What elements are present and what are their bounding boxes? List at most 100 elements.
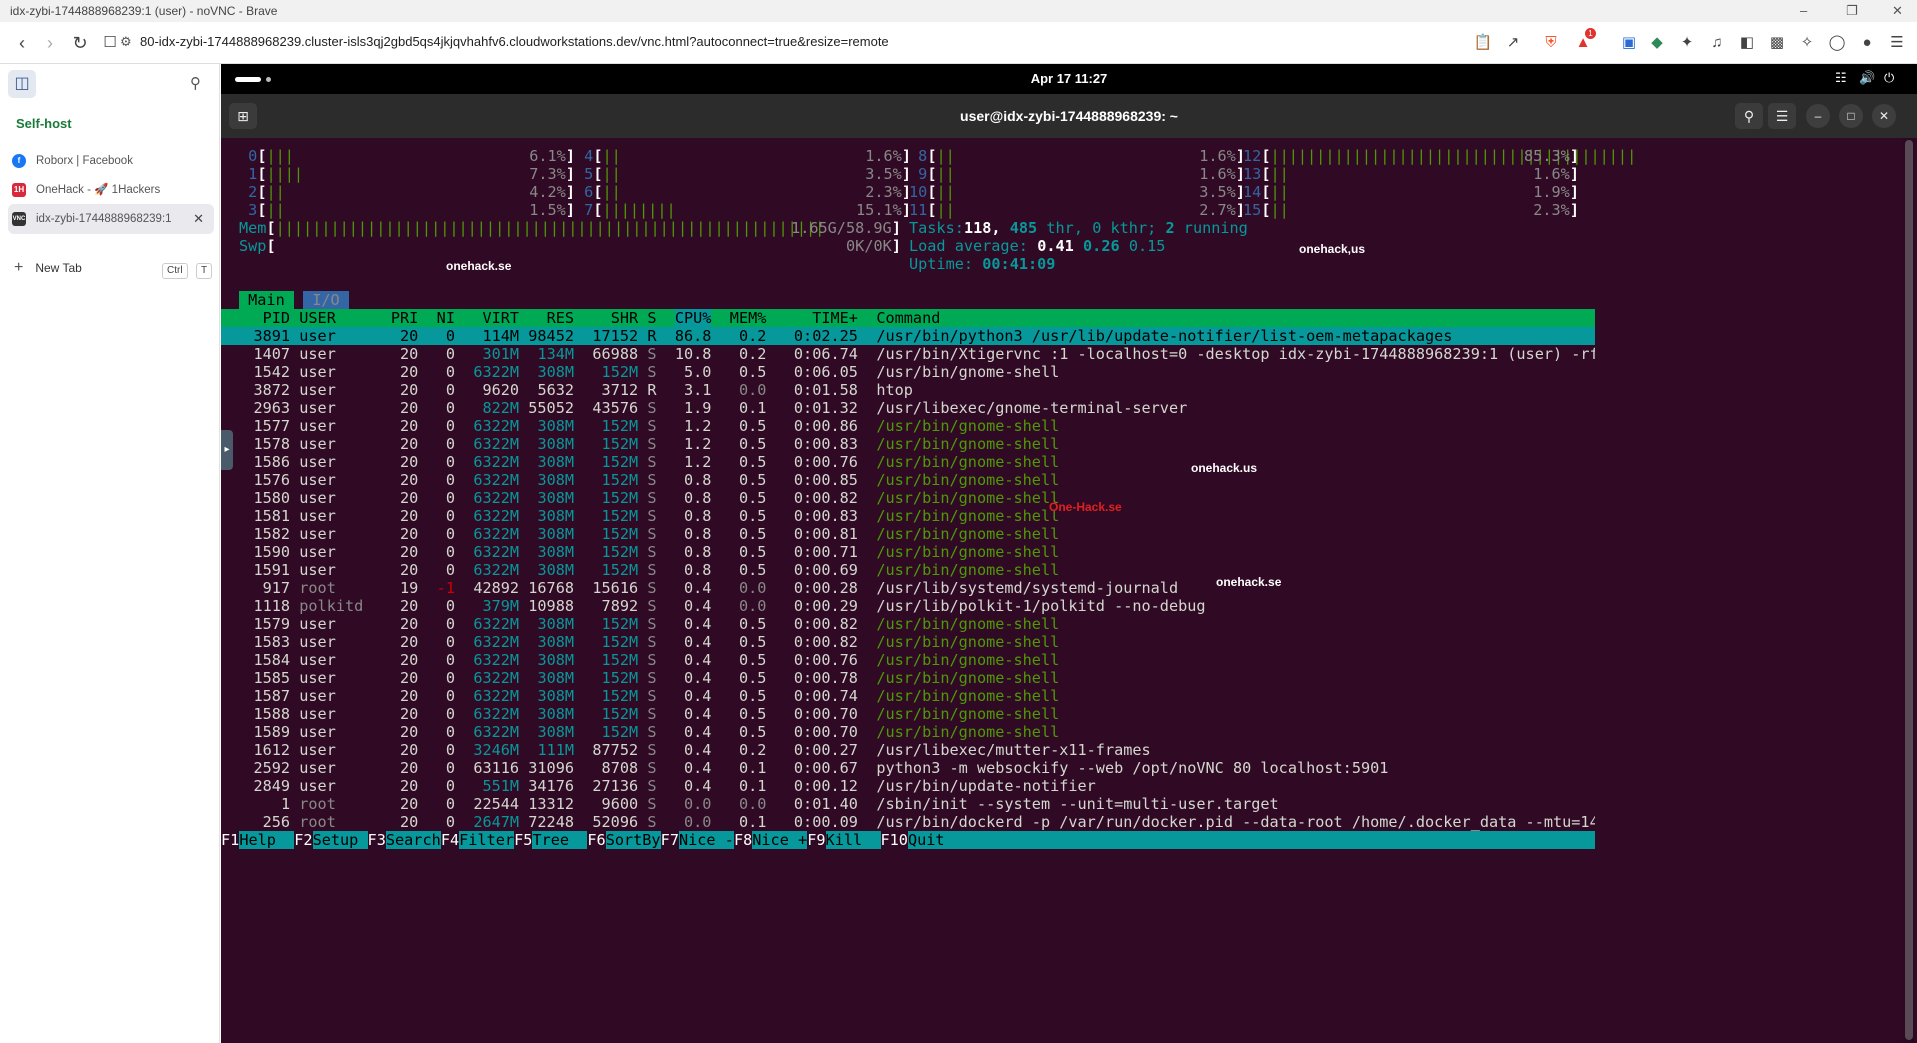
process-row[interactable]: 1589 user 20 0 6322M 308M 152M S 0.4 0.5 0:00.70/u… — [221, 723, 1595, 741]
leo-icon[interactable]: ✧ — [1796, 32, 1818, 54]
minimize-button[interactable]: – — [1800, 0, 1807, 22]
reload-icon[interactable]: ↻ — [68, 31, 92, 55]
process-row[interactable]: 1583 user 20 0 6322M 308M 152M S 0.4 0.5 0:00.82/u… — [221, 633, 1595, 651]
tab-group-label[interactable]: Self-host — [16, 116, 72, 131]
terminal-window[interactable]: ⊞ user@idx-zybi-1744888968239: ~ ⚲ ☰ – □… — [221, 94, 1917, 1043]
column-user: USER — [299, 309, 336, 327]
bookmark-icon[interactable]: ☐ — [98, 31, 122, 55]
cell-ni: 0 — [445, 741, 455, 759]
function-key-f3[interactable]: F3 — [367, 831, 386, 849]
process-row[interactable]: 3872 user 20 0 9620 5632 3712 R 3.1 0.0 0:01.58 hto… — [221, 381, 1595, 399]
new-tab-button[interactable]: + New Tab — [14, 259, 82, 277]
wallet-icon[interactable]: ▩ — [1766, 32, 1788, 54]
sidebar-toggle-icon[interactable]: ◫ — [8, 70, 36, 98]
cell-ni: 0 — [445, 777, 455, 795]
process-row[interactable]: 1581 user 20 0 6322M 308M 152M S 0.8 0.5 0:00.83/u… — [221, 507, 1595, 525]
site-settings-icon[interactable]: ⚙ — [120, 34, 132, 50]
vnc-viewport[interactable]: Apr 17 11:27 ☷ 🔊 ⏻ ⊞ user@idx-zybi-17448… — [221, 64, 1917, 1043]
terminal-minimize-icon[interactable]: – — [1806, 104, 1830, 128]
cpu-percent: 2.3% — [865, 183, 902, 201]
process-row[interactable]: 256 root 20 0 2647M 72248 52096 S 0.0 0.1 0:00.09 /… — [221, 813, 1595, 831]
sidebar-icon[interactable]: ◧ — [1736, 32, 1758, 54]
close-tab-icon[interactable]: ✕ — [193, 204, 204, 234]
tab-onehack[interactable]: 1H OneHack - 🚀 1Hackers — [8, 175, 214, 205]
function-key-f10[interactable]: F10 — [880, 831, 908, 849]
terminal-close-icon[interactable]: ✕ — [1872, 104, 1896, 128]
process-row[interactable]: 1586 user 20 0 6322M 308M 152M S 1.2 0.5 0:00.76/u… — [221, 453, 1595, 471]
process-table-header[interactable]: PID USER PRI NI VIRT RES SHR S CPU% MEM% TIME+ Comm… — [221, 309, 1595, 327]
menu-icon[interactable]: ☰ — [1886, 32, 1908, 54]
tab-vnc-active[interactable]: VNC idx-zybi-1744888968239:1 ✕ — [8, 204, 214, 234]
back-icon[interactable]: ‹ — [10, 31, 34, 55]
cell-pid: 1118 — [253, 597, 291, 615]
process-row[interactable]: 1582 user 20 0 6322M 308M 152M S 0.8 0.5 0:00.81/u… — [221, 525, 1595, 543]
share-icon[interactable]: ↗ — [1502, 32, 1524, 54]
url-field[interactable]: 80-idx-zybi-1744888968239.cluster-isls3q… — [140, 34, 889, 49]
cpu-percent: 6.1% — [529, 147, 566, 165]
process-row[interactable]: 1580 user 20 0 6322M 308M 152M S 0.8 0.5 0:00.82/u… — [221, 489, 1595, 507]
process-row[interactable]: 1407 user 20 0 301M 134M 66988 S 10.8 0.2 0:06.74 /… — [221, 345, 1595, 363]
terminal-maximize-icon[interactable]: □ — [1839, 104, 1863, 128]
terminal-search-icon[interactable]: ⚲ — [1735, 103, 1763, 129]
process-row[interactable]: 1542 user 20 0 6322M 308M 152M S 5.0 0.5 0:06.05/u… — [221, 363, 1595, 381]
process-row[interactable]: 2592 user 20 0 63116 31096 8708 S 0.4 0.1 0:00.67 p… — [221, 759, 1595, 777]
process-row[interactable]: 1584 user 20 0 6322M 308M 152M S 0.4 0.5 0:00.76/u… — [221, 651, 1595, 669]
terminal-scrollbar[interactable] — [1903, 138, 1915, 1043]
process-row[interactable]: 1588 user 20 0 6322M 308M 152M S 0.4 0.5 0:00.70/u… — [221, 705, 1595, 723]
process-row[interactable]: 1 root 20 0 22544 13312 9600 S 0.0 0.0 0:01.40/sbi… — [221, 795, 1595, 813]
function-key-f4[interactable]: F4 — [440, 831, 460, 849]
music-icon[interactable]: ♫ — [1706, 32, 1728, 54]
cell-shr: 152M — [601, 615, 639, 633]
process-row[interactable]: 917 root 19 -1 42892 16768 15616 S 0.4 0.0 0:00.28… — [221, 579, 1595, 597]
process-row[interactable]: 1591 user 20 0 6322M 308M 152M S 0.8 0.5 0:00.69/u… — [221, 561, 1595, 579]
function-key-f2[interactable]: F2 — [294, 831, 313, 849]
process-row[interactable]: 1578 user 20 0 6322M 308M 152M S 1.2 0.5 0:00.83/u… — [221, 435, 1595, 453]
novnc-control-handle[interactable]: ▸ — [221, 430, 233, 470]
tab-search-icon[interactable]: ⚲ — [190, 74, 201, 92]
clock[interactable]: Apr 17 11:27 — [221, 71, 1917, 86]
function-key-f5[interactable]: F5 — [514, 831, 533, 849]
close-window-button[interactable]: ✕ — [1892, 0, 1903, 22]
process-row[interactable]: 2849 user 20 0 551M 34176 27136 S 0.4 0.1 0:00.12 /… — [221, 777, 1595, 795]
cell-time: 0:00.76 — [793, 453, 858, 471]
function-key-f6[interactable]: F6 — [587, 831, 606, 849]
terminal-menu-icon[interactable]: ☰ — [1768, 103, 1796, 129]
cell-cpu: 0.4 — [684, 651, 712, 669]
brave-shields-icon[interactable]: ⛨ — [1540, 32, 1562, 54]
rewards-icon[interactable]: ▲ 1 — [1572, 28, 1596, 54]
process-row[interactable]: 1118 polkitd 20 0 379M 10988 7892 S 0.4 0.0 0:00.2… — [221, 597, 1595, 615]
network-icon[interactable]: ☷ — [1835, 70, 1847, 86]
tab-main[interactable]: Main — [239, 291, 294, 309]
vpn-icon[interactable]: ◯ — [1826, 32, 1848, 54]
htop-screen[interactable]: 0[||| 6.1%] 1[|||| 7.3%] 2[|| 4.2%] 3[|| 1.5%] 4… — [221, 138, 1901, 1043]
clipboard-icon[interactable]: 📋 — [1472, 32, 1494, 54]
tab-io[interactable]: I/O — [303, 291, 349, 309]
process-row[interactable]: 1579 user 20 0 6322M 308M 152M S 0.4 0.5 0:00.82/u… — [221, 615, 1595, 633]
extension-icon[interactable]: ◆ — [1646, 32, 1668, 54]
process-row[interactable]: 1612 user 20 0 3246M 111M 87752 S 0.4 0.2 0:00.27 /… — [221, 741, 1595, 759]
cell-ni: 0 — [445, 381, 455, 399]
cell-time: 0:00.71 — [793, 543, 858, 561]
process-row[interactable]: 2963 user 20 0 822M 55052 43576 S 1.9 0.1 0:01.32 /… — [221, 399, 1595, 417]
process-row[interactable]: 1577 user 20 0 6322M 308M 152M S 1.2 0.5 0:00.86/u… — [221, 417, 1595, 435]
function-key-f1[interactable]: F1 — [221, 831, 240, 849]
function-key-f9[interactable]: F9 — [807, 831, 826, 849]
cell-virt: 551M — [482, 777, 520, 795]
restore-button[interactable]: ❐ — [1846, 0, 1858, 22]
process-row[interactable]: 1590 user 20 0 6322M 308M 152M S 0.8 0.5 0:00.71/u… — [221, 543, 1595, 561]
screen-icon[interactable]: ▣ — [1618, 32, 1640, 54]
function-key-f8[interactable]: F8 — [733, 831, 753, 849]
process-row[interactable]: 1587 user 20 0 6322M 308M 152M S 0.4 0.5 0:00.74/u… — [221, 687, 1595, 705]
tab-roborx-facebook[interactable]: f Roborx | Facebook — [8, 146, 214, 176]
process-row[interactable]: 1585 user 20 0 6322M 308M 152M S 0.4 0.5 0:00.78/u… — [221, 669, 1595, 687]
forward-icon[interactable]: › — [38, 31, 62, 55]
process-row-selected[interactable]: 3891 user 20 0 114M 98452 17152 R 86.8 0.2 0:02.25… — [221, 327, 1595, 345]
function-key-f7[interactable]: F7 — [660, 831, 679, 849]
power-icon[interactable]: ⏻ — [1884, 70, 1894, 86]
volume-icon[interactable]: 🔊 — [1859, 70, 1875, 86]
process-row[interactable]: 1576 user 20 0 6322M 308M 152M S 0.8 0.5 0:00.85/u… — [221, 471, 1595, 489]
cell-pri: 20 — [400, 453, 419, 471]
profile-icon[interactable]: ● — [1856, 32, 1878, 54]
scrollbar-thumb[interactable] — [1905, 140, 1913, 1040]
puzzle-icon[interactable]: ✦ — [1676, 32, 1698, 54]
